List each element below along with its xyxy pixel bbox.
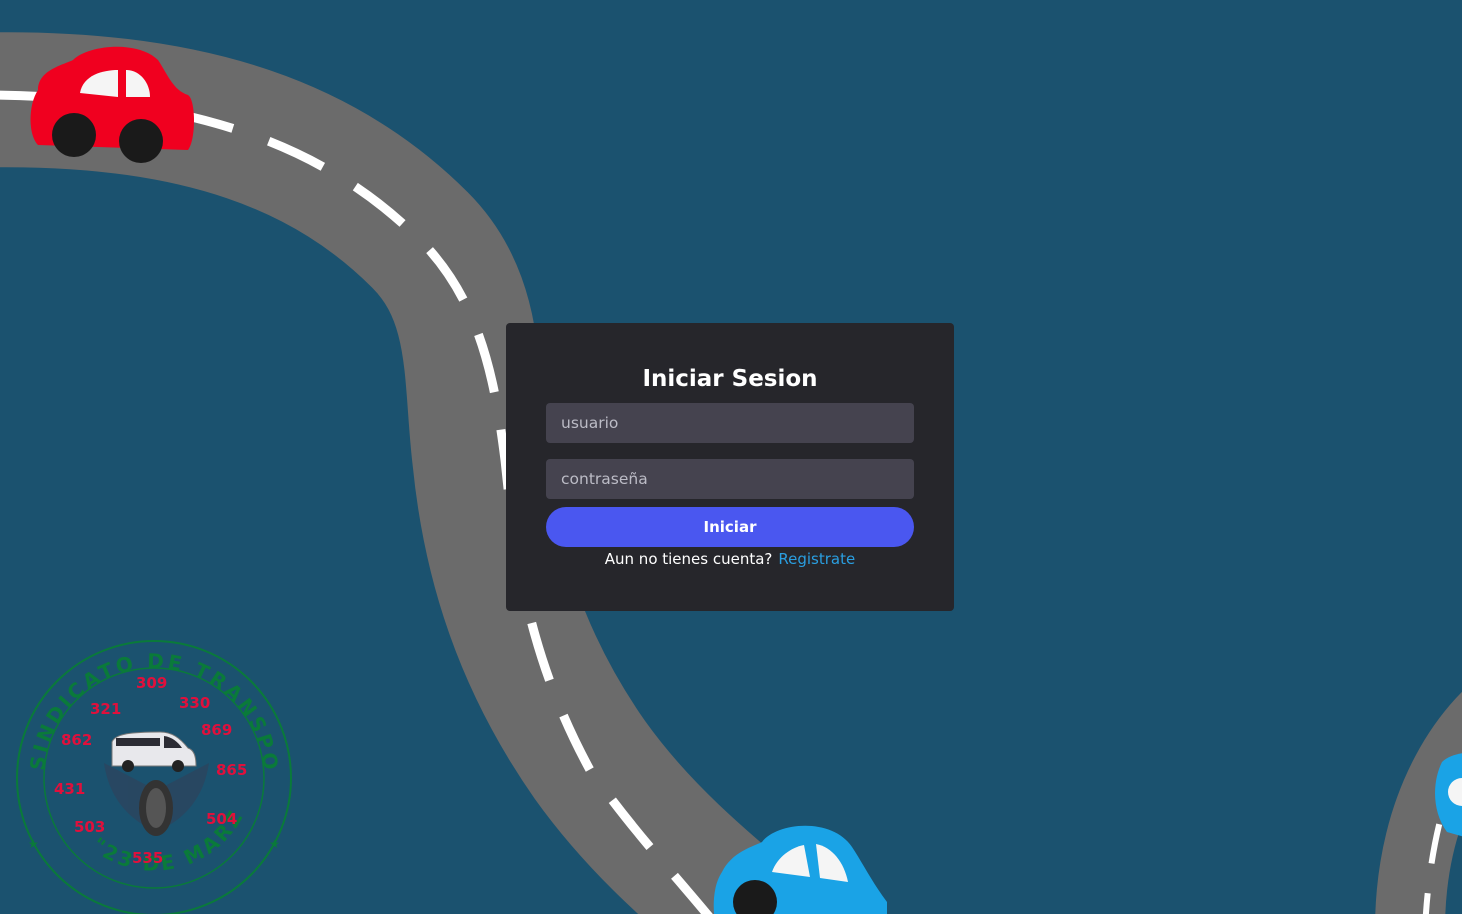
login-card: Iniciar Sesion Iniciar Aun no tienes cue… — [506, 323, 954, 611]
route-number: 431 — [54, 780, 85, 798]
svg-text:★: ★ — [28, 837, 39, 851]
route-number: 862 — [61, 731, 92, 749]
union-logo: SINDICATO DE TRANSPORTE "23 DE MARZO" ★ … — [14, 638, 292, 914]
signup-link[interactable]: Registrate — [778, 550, 855, 568]
signup-row: Aun no tienes cuenta? Registrate — [506, 548, 954, 570]
route-number: 865 — [216, 761, 247, 779]
route-number: 321 — [90, 700, 121, 718]
login-button[interactable]: Iniciar — [546, 507, 914, 547]
van-icon — [111, 731, 197, 772]
svg-text:★: ★ — [269, 837, 280, 851]
username-input[interactable] — [546, 403, 914, 443]
route-number: 535 — [132, 849, 163, 867]
route-number: 869 — [201, 721, 232, 739]
route-number: 504 — [206, 810, 237, 828]
route-number: 309 — [136, 674, 167, 692]
route-number: 330 — [179, 694, 210, 712]
password-input[interactable] — [546, 459, 914, 499]
login-title: Iniciar Sesion — [642, 366, 818, 392]
signup-prompt: Aun no tienes cuenta? — [604, 550, 773, 568]
route-number: 503 — [74, 818, 105, 836]
